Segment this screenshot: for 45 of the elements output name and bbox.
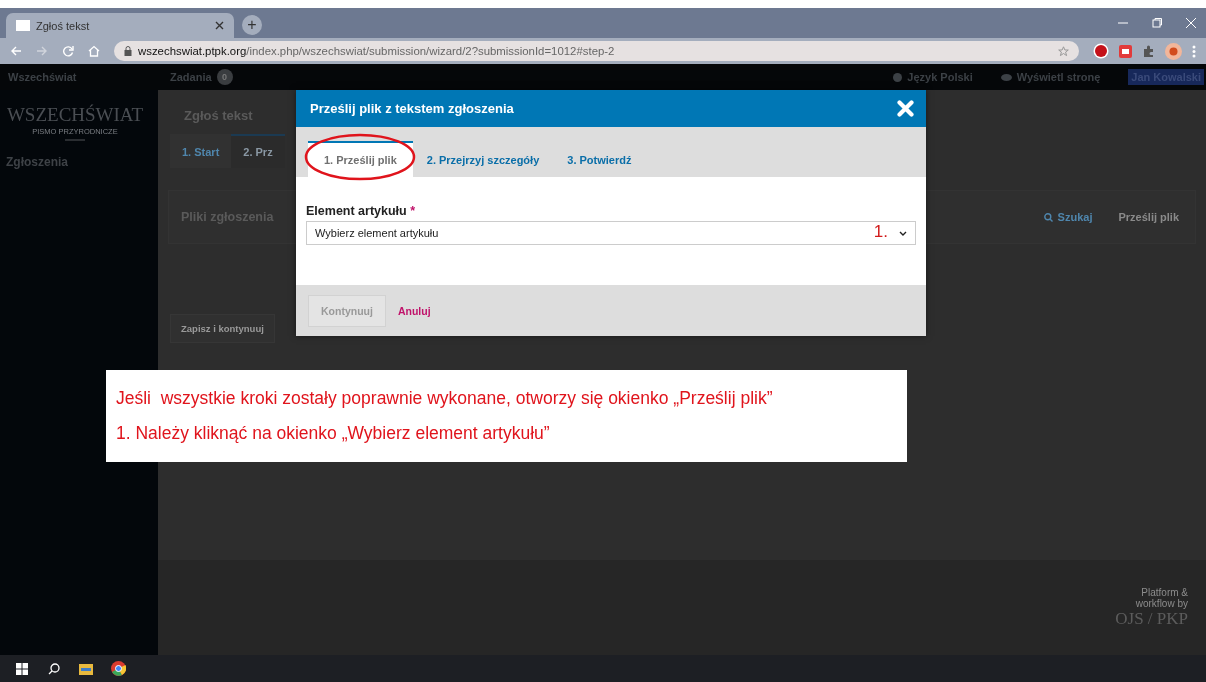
wizard-tab[interactable]: 2. Przejrzyj szczegóły: [412, 141, 554, 177]
puzzle-icon[interactable]: [1142, 44, 1155, 58]
tasks-link[interactable]: Zadania: [170, 71, 212, 83]
footer-text: workflow by: [1135, 597, 1188, 609]
wizard-tab[interactable]: 1. Prześlij plik: [308, 141, 413, 177]
annotation-number: 1.: [873, 222, 888, 242]
menu-icon[interactable]: [1192, 44, 1196, 58]
lock-icon: [124, 46, 132, 56]
home-icon[interactable]: [88, 45, 100, 57]
windows-start-icon[interactable]: [16, 662, 28, 675]
browser-app-icon[interactable]: [110, 661, 126, 676]
tasks-count-badge: 0: [216, 69, 233, 85]
footer-text: Platform &: [1141, 586, 1188, 598]
close-icon[interactable]: [215, 21, 224, 30]
browser-tab[interactable]: Zgłoś tekst: [6, 13, 234, 38]
site-name[interactable]: Wszechświat: [0, 71, 158, 83]
url-text: wszechswiat.ptpk.org/index.php/wszechswiat/submission/wizard/2?submissionId=1012#step-2: [138, 45, 615, 57]
step-tab[interactable]: 1. Start: [170, 134, 232, 168]
search-icon[interactable]: [48, 662, 60, 675]
search-icon: [1043, 212, 1053, 222]
modal-title: Prześlij plik z tekstem zgłoszenia: [310, 101, 515, 116]
language-link[interactable]: Język Polski: [907, 71, 973, 83]
logo-rule: [65, 139, 85, 141]
instruction-text: 1. Należy kliknąć na okienko „Wybierz element artykułu”: [116, 423, 551, 444]
site-favicon-icon: [16, 20, 30, 31]
new-tab-button[interactable]: +: [242, 15, 262, 35]
cancel-link[interactable]: Anuluj: [393, 304, 435, 317]
chevron-down-icon: [899, 230, 907, 236]
profile-avatar-icon[interactable]: [1165, 42, 1182, 60]
wizard-tab[interactable]: 3. Potwierdź: [553, 141, 646, 177]
upload-file-button[interactable]: Prześlij plik: [1118, 211, 1179, 223]
restore-icon[interactable]: [1152, 18, 1162, 28]
instruction-text: Jeśli wszystkie kroki zostały poprawnie wykonane, otworzy się okienko „Prześlij plik”: [116, 388, 774, 409]
field-label: Element artykułu *: [306, 204, 417, 218]
sidebar-item[interactable]: Zgłoszenia: [0, 141, 158, 169]
back-arrow-icon[interactable]: [10, 46, 22, 56]
save-continue-button[interactable]: Zapisz i kontynuuj: [170, 314, 275, 343]
journal-logo-title[interactable]: WSZECHŚWIAT: [6, 104, 144, 126]
star-icon[interactable]: [1058, 45, 1069, 57]
reload-icon[interactable]: [62, 45, 74, 57]
search-button[interactable]: Szukaj: [1043, 211, 1093, 223]
address-bar[interactable]: wszechswiat.ptpk.org/index.php/wszechswiat/submission/wizard/2?submissionId=1012#step-2: [114, 41, 1079, 61]
folder-icon[interactable]: [79, 662, 93, 675]
view-site-link[interactable]: Wyświetl stronę: [1016, 71, 1101, 83]
square-extension-icon[interactable]: [1119, 44, 1132, 58]
